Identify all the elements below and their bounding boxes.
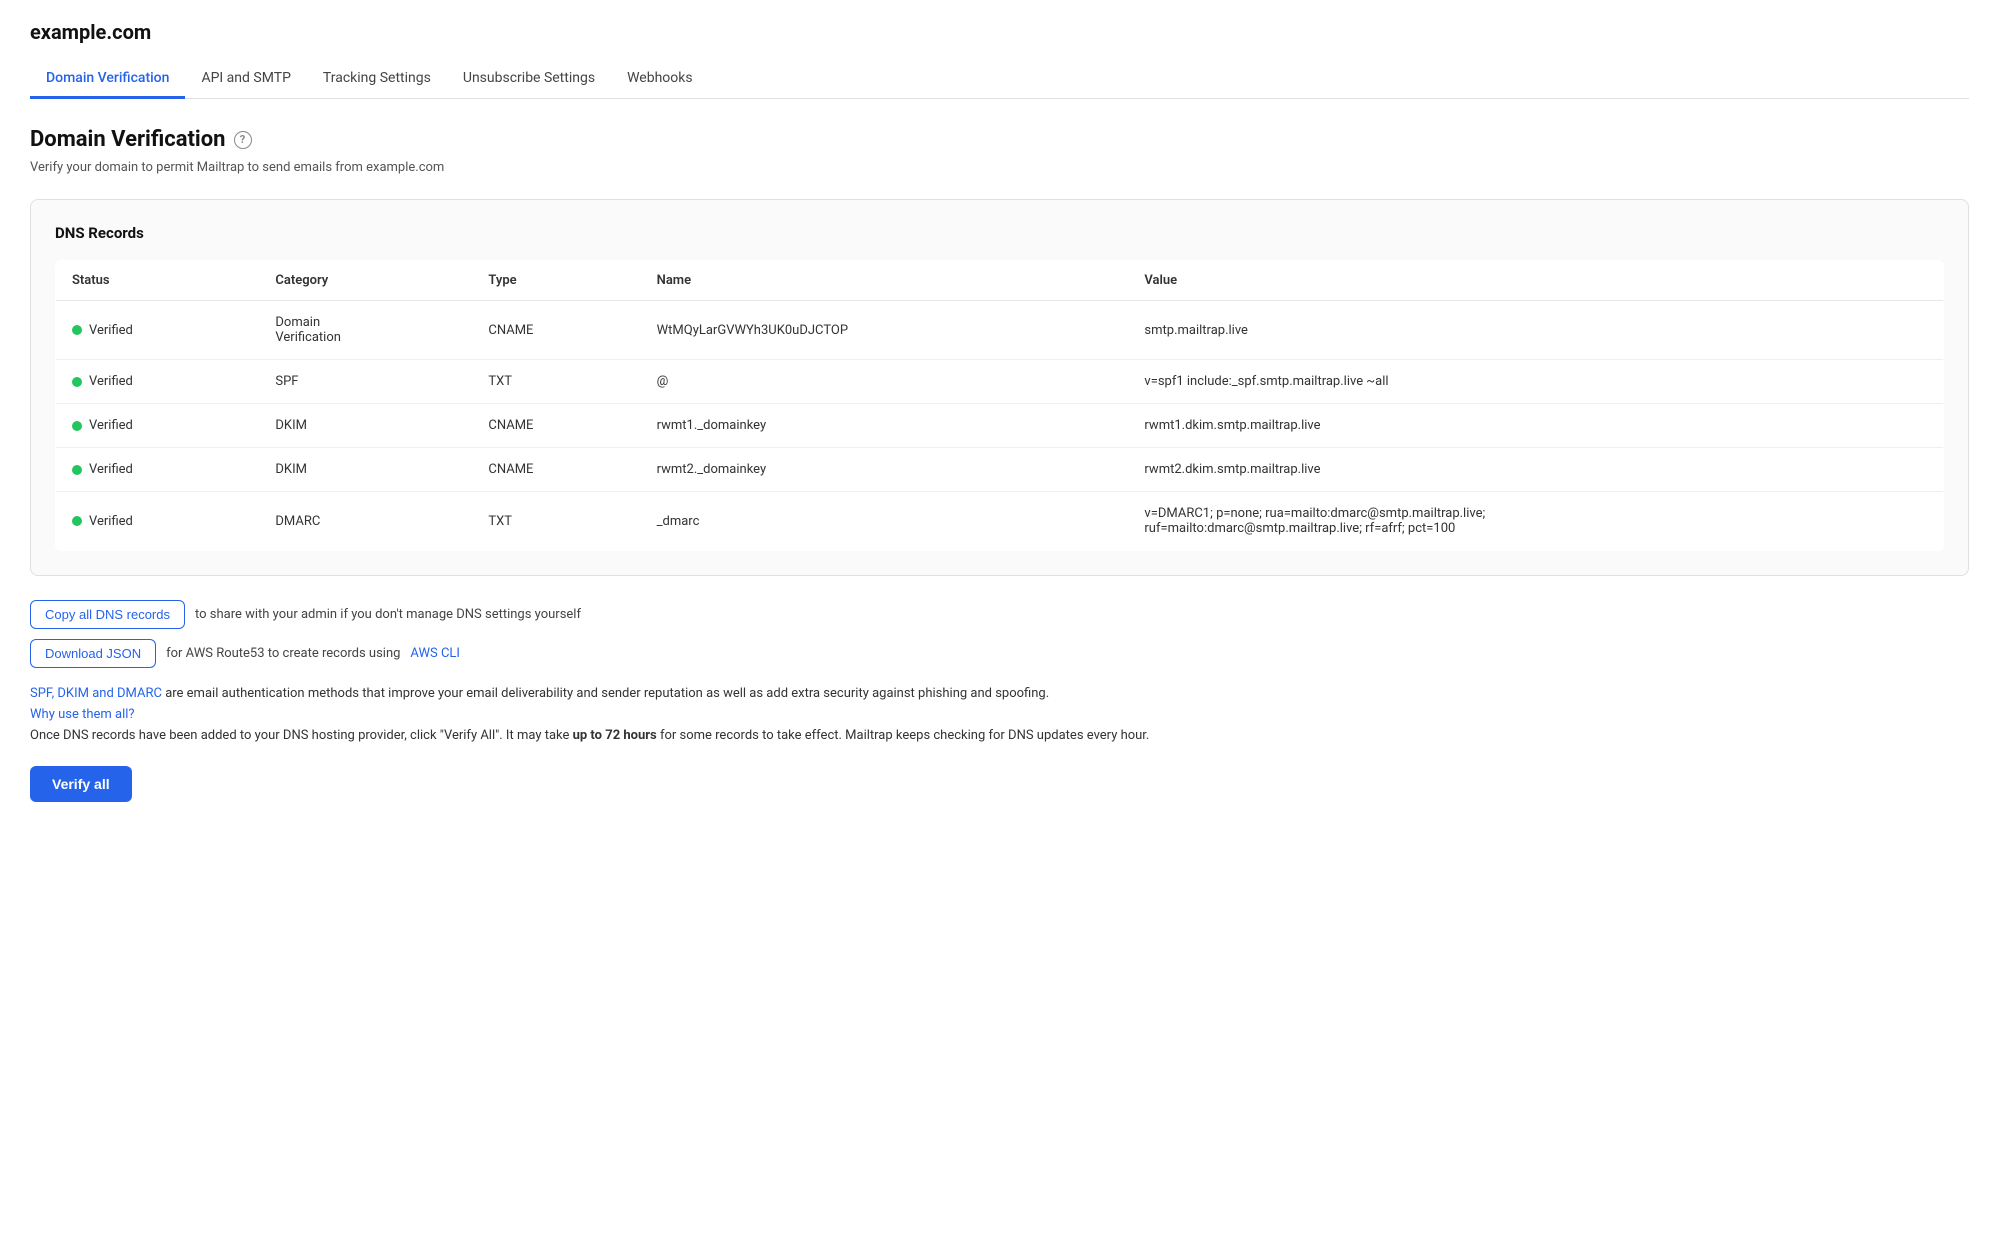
- status-text: Verified: [89, 374, 133, 389]
- table-row: Verified Domain VerificationCNAMEWtMQyLar…: [56, 301, 1944, 360]
- cell-category-1: SPF: [259, 360, 472, 404]
- help-icon[interactable]: ?: [234, 131, 252, 149]
- dns-card-title: DNS Records: [55, 224, 1944, 242]
- tab-webhooks[interactable]: Webhooks: [611, 60, 709, 99]
- verify-all-button[interactable]: Verify all: [30, 766, 132, 802]
- status-text: Verified: [89, 323, 133, 338]
- col-category: Category: [259, 261, 472, 301]
- status-text: Verified: [89, 514, 133, 529]
- cell-status-1: Verified: [56, 360, 260, 404]
- cell-name-3: rwmt2._domainkey: [641, 448, 1129, 492]
- col-type: Type: [472, 261, 640, 301]
- why-use-link[interactable]: Why use them all?: [30, 707, 135, 722]
- info-body-text-end: for some records to take effect. Mailtra…: [657, 728, 1150, 743]
- download-json-button[interactable]: Download JSON: [30, 639, 156, 668]
- actions-section: Copy all DNS records to share with your …: [30, 600, 1969, 668]
- page-title: Domain Verification ?: [30, 127, 1969, 152]
- tab-tracking-settings[interactable]: Tracking Settings: [307, 60, 447, 99]
- dns-table-body: VerifiedDomain VerificationCNAMEWtMQyLar…: [56, 301, 1944, 551]
- info-line-3: Once DNS records have been added to your…: [30, 726, 1969, 747]
- cell-value-0: smtp.mailtrap.live: [1128, 301, 1943, 360]
- cell-type-1: TXT: [472, 360, 640, 404]
- copy-action-text: to share with your admin if you don't ma…: [195, 607, 581, 622]
- cell-name-2: rwmt1._domainkey: [641, 404, 1129, 448]
- dns-table: Status Category Type Name Value Verified…: [55, 260, 1944, 551]
- cell-name-0: WtMQyLarGVWYh3UK0uDJCTOP: [641, 301, 1129, 360]
- status-text: Verified: [89, 462, 133, 477]
- cell-status-2: Verified: [56, 404, 260, 448]
- cell-value-2: rwmt1.dkim.smtp.mailtrap.live: [1128, 404, 1943, 448]
- cell-name-4: _dmarc: [641, 492, 1129, 551]
- info-body-text: Once DNS records have been added to your…: [30, 728, 573, 743]
- cell-value-1: v=spf1 include:_spf.smtp.mailtrap.live ~…: [1128, 360, 1943, 404]
- page-subtitle: Verify your domain to permit Mailtrap to…: [30, 160, 1969, 175]
- cell-category-3: DKIM: [259, 448, 472, 492]
- dns-card: DNS Records Status Category Type Name Va…: [30, 199, 1969, 576]
- cell-name-1: @: [641, 360, 1129, 404]
- table-row: Verified DMARCTXT_dmarcv=DMARC1; p=none; …: [56, 492, 1944, 551]
- tabs-nav: Domain VerificationAPI and SMTPTracking …: [30, 60, 1969, 99]
- site-title: example.com: [30, 20, 1969, 44]
- dns-table-head: Status Category Type Name Value: [56, 261, 1944, 301]
- cell-value-4: v=DMARC1; p=none; rua=mailto:dmarc@smtp.…: [1128, 492, 1943, 551]
- cell-type-3: CNAME: [472, 448, 640, 492]
- info-line-1: SPF, DKIM and DMARC are email authentica…: [30, 684, 1969, 705]
- table-row: Verified SPFTXT@v=spf1 include:_spf.smtp.…: [56, 360, 1944, 404]
- cell-category-0: Domain Verification: [259, 301, 472, 360]
- tab-api-smtp[interactable]: API and SMTP: [185, 60, 306, 99]
- copy-dns-button[interactable]: Copy all DNS records: [30, 600, 185, 629]
- aws-cli-link[interactable]: AWS CLI: [410, 646, 460, 661]
- info-bold-text: up to 72 hours: [573, 728, 657, 743]
- info-line-2: Why use them all?: [30, 705, 1969, 726]
- info-main-text: are email authentication methods that im…: [162, 686, 1049, 701]
- table-row: Verified DKIMCNAMErwmt2._domainkeyrwmt2.d…: [56, 448, 1944, 492]
- verified-dot: [72, 325, 82, 335]
- cell-status-4: Verified: [56, 492, 260, 551]
- verified-dot: [72, 516, 82, 526]
- download-action-line: Download JSON for AWS Route53 to create …: [30, 639, 1969, 668]
- cell-category-4: DMARC: [259, 492, 472, 551]
- page-title-text: Domain Verification: [30, 127, 226, 152]
- tab-unsubscribe-settings[interactable]: Unsubscribe Settings: [447, 60, 611, 99]
- col-value: Value: [1128, 261, 1943, 301]
- col-status: Status: [56, 261, 260, 301]
- cell-status-3: Verified: [56, 448, 260, 492]
- cell-type-4: TXT: [472, 492, 640, 551]
- table-row: Verified DKIMCNAMErwmt1._domainkeyrwmt1.d…: [56, 404, 1944, 448]
- cell-type-0: CNAME: [472, 301, 640, 360]
- tab-domain-verification[interactable]: Domain Verification: [30, 60, 185, 99]
- copy-action-line: Copy all DNS records to share with your …: [30, 600, 1969, 629]
- cell-category-2: DKIM: [259, 404, 472, 448]
- col-name: Name: [641, 261, 1129, 301]
- info-section: SPF, DKIM and DMARC are email authentica…: [30, 684, 1969, 746]
- spf-dkim-dmarc-link[interactable]: SPF, DKIM and DMARC: [30, 686, 162, 701]
- cell-type-2: CNAME: [472, 404, 640, 448]
- cell-status-0: Verified: [56, 301, 260, 360]
- status-text: Verified: [89, 418, 133, 433]
- verified-dot: [72, 465, 82, 475]
- dns-table-header-row: Status Category Type Name Value: [56, 261, 1944, 301]
- verified-dot: [72, 421, 82, 431]
- verified-dot: [72, 377, 82, 387]
- download-text-before: for AWS Route53 to create records using: [166, 646, 400, 661]
- cell-value-3: rwmt2.dkim.smtp.mailtrap.live: [1128, 448, 1943, 492]
